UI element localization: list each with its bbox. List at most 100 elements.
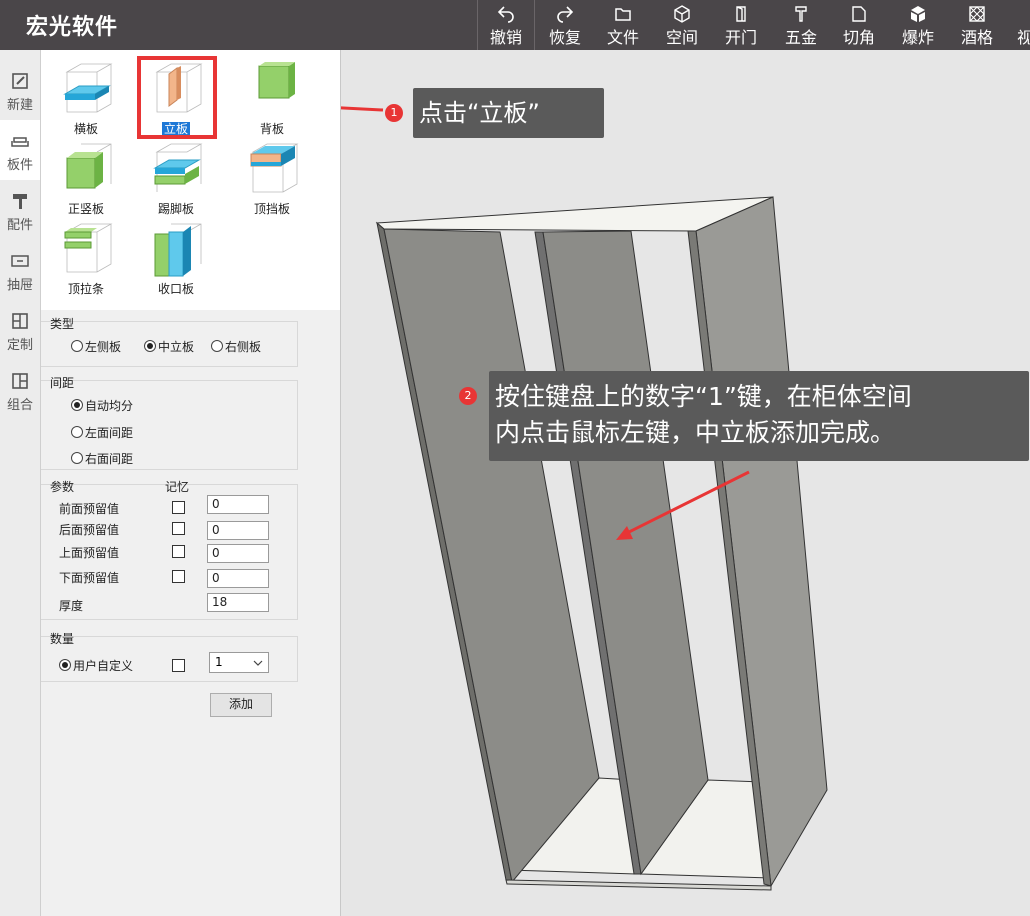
add-button[interactable]: 添加 (210, 693, 272, 717)
front-vertical-board-icon (66, 143, 112, 189)
top-baffle-icon (250, 143, 299, 193)
quantity-select-value: 1 (215, 655, 223, 669)
top-toolbar: 宏光软件 撤销 恢复 文件 空间 开门 五金 切角 爆炸 酒格 视 (0, 0, 1030, 50)
top-reserve-input[interactable]: 0 (207, 544, 269, 563)
quantity-checkbox[interactable] (172, 659, 185, 672)
rail-item-new[interactable]: 新建 (0, 60, 40, 120)
rail-item-boards[interactable]: 板件 (0, 120, 40, 180)
rail-label: 配件 (6, 218, 33, 233)
radio-left-side-board[interactable]: 左侧板 (71, 338, 121, 355)
memory-label: 记忆 (165, 480, 190, 494)
front-reserve-memory-checkbox[interactable] (172, 501, 185, 514)
corner-cut-button[interactable]: 切角 (830, 0, 888, 50)
rail-label: 新建 (6, 98, 33, 113)
view-button[interactable]: 视 (1008, 0, 1030, 50)
hardware-button[interactable]: 五金 (772, 0, 830, 50)
bottom-reserve-label: 下面预留值 (59, 571, 120, 585)
rail-item-custom[interactable]: 定制 (0, 300, 40, 360)
view-label: 视 (1017, 28, 1030, 47)
front-reserve-input[interactable]: 0 (207, 495, 269, 514)
explode-button[interactable]: 爆炸 (889, 0, 947, 50)
open-door-label: 开门 (724, 28, 757, 47)
radio-circle-icon (59, 659, 71, 671)
combine-icon (12, 373, 28, 389)
step-1-callout: 点击“立板” (413, 88, 604, 138)
explode-label: 爆炸 (901, 28, 934, 47)
gallery-label: 背板 (259, 122, 284, 136)
radio-label: 右侧板 (225, 340, 262, 354)
explode-icon (911, 6, 925, 22)
radio-circle-icon (71, 399, 83, 411)
rail-item-drawer[interactable]: 抽屉 (0, 240, 40, 300)
thickness-label: 厚度 (59, 599, 84, 613)
step-1-badge: 1 (385, 104, 403, 122)
gallery-label: 顶挡板 (253, 202, 290, 216)
door-icon (736, 6, 746, 22)
radio-circle-icon (71, 340, 83, 352)
board-tool-panel: 横板 立板 背板 正竖板 踢脚板 顶挡板 顶拉条 收口板 类型 左侧板 中立板 … (41, 50, 341, 916)
params-group-label: 参数 (50, 480, 75, 494)
back-reserve-input[interactable]: 0 (207, 521, 269, 540)
wine-grid-icon (969, 6, 985, 22)
type-group-label: 类型 (50, 317, 75, 331)
roller-icon (13, 194, 27, 209)
redo-label: 恢复 (548, 28, 581, 47)
rail-item-accessories[interactable]: 配件 (0, 180, 40, 240)
gallery-item-front-vertical-board[interactable]: 正竖板 (51, 138, 121, 218)
left-rail: 新建 板件 配件 抽屉 定制 组合 (0, 50, 41, 916)
thickness-input[interactable]: 18 (207, 593, 269, 612)
back-board-icon (258, 62, 295, 99)
space-button[interactable]: 空间 (653, 0, 711, 50)
gallery-item-kick-board[interactable]: 踢脚板 (141, 138, 211, 218)
front-reserve-label: 前面预留值 (59, 502, 120, 516)
edit-icon (12, 73, 28, 89)
rail-label: 抽屉 (6, 278, 33, 293)
radio-label: 中立板 (158, 340, 195, 354)
wine-grid-button[interactable]: 酒格 (948, 0, 1006, 50)
radio-auto-distribute[interactable]: 自动均分 (71, 397, 133, 414)
radio-middle-board[interactable]: 中立板 (144, 338, 194, 355)
wine-grid-label: 酒格 (960, 28, 993, 47)
bottom-reserve-input[interactable]: 0 (207, 569, 269, 588)
spacing-group-label: 间距 (50, 376, 75, 390)
hardware-label: 五金 (784, 28, 817, 47)
gallery-item-back-board[interactable]: 背板 (237, 58, 307, 138)
gallery-item-closing-board[interactable]: 收口板 (141, 218, 211, 298)
file-button[interactable]: 文件 (594, 0, 652, 50)
radio-label: 自动均分 (85, 399, 134, 413)
rail-label: 组合 (6, 398, 33, 413)
step-2-badge: 2 (459, 387, 477, 405)
closing-board-icon (154, 223, 202, 277)
gallery-item-top-baffle[interactable]: 顶挡板 (237, 138, 307, 218)
toolbar-divider (534, 0, 535, 50)
gallery-item-horizontal-board[interactable]: 横板 (51, 58, 121, 138)
rail-item-combine[interactable]: 组合 (0, 360, 40, 420)
undo-icon (497, 6, 514, 23)
back-reserve-memory-checkbox[interactable] (172, 522, 185, 535)
radio-circle-icon (144, 340, 156, 352)
radio-label: 右面间距 (85, 452, 134, 466)
selection-highlight-box (137, 56, 217, 139)
radio-left-spacing[interactable]: 左面间距 (71, 424, 133, 441)
radio-label: 用户自定义 (73, 659, 134, 673)
gallery-item-top-strip[interactable]: 顶拉条 (51, 218, 121, 298)
radio-user-defined[interactable]: 用户自定义 (59, 657, 133, 674)
kick-board-icon (153, 143, 203, 192)
gallery-label: 踢脚板 (157, 202, 194, 216)
hardware-icon (795, 6, 807, 22)
corner-cut-icon (852, 6, 866, 22)
step-1-text: 点击“立板” (419, 99, 540, 127)
quantity-select[interactable]: 1 (209, 652, 269, 673)
3d-viewport[interactable]: 1 点击“立板” 2 按住键盘上的数字“1”键，在柜体空间 内点击鼠标左键，中立… (341, 50, 1030, 916)
radio-right-side-board[interactable]: 右侧板 (211, 338, 261, 355)
rail-label: 定制 (6, 338, 33, 353)
radio-right-spacing[interactable]: 右面间距 (71, 450, 133, 467)
redo-icon (557, 6, 574, 23)
open-door-button[interactable]: 开门 (712, 0, 770, 50)
bottom-reserve-memory-checkbox[interactable] (172, 570, 185, 583)
board-gallery: 横板 立板 背板 正竖板 踢脚板 顶挡板 顶拉条 收口板 (41, 50, 340, 310)
redo-button[interactable]: 恢复 (536, 0, 594, 50)
undo-button[interactable]: 撤销 (477, 0, 535, 50)
radio-circle-icon (71, 426, 83, 438)
top-reserve-memory-checkbox[interactable] (172, 545, 185, 558)
